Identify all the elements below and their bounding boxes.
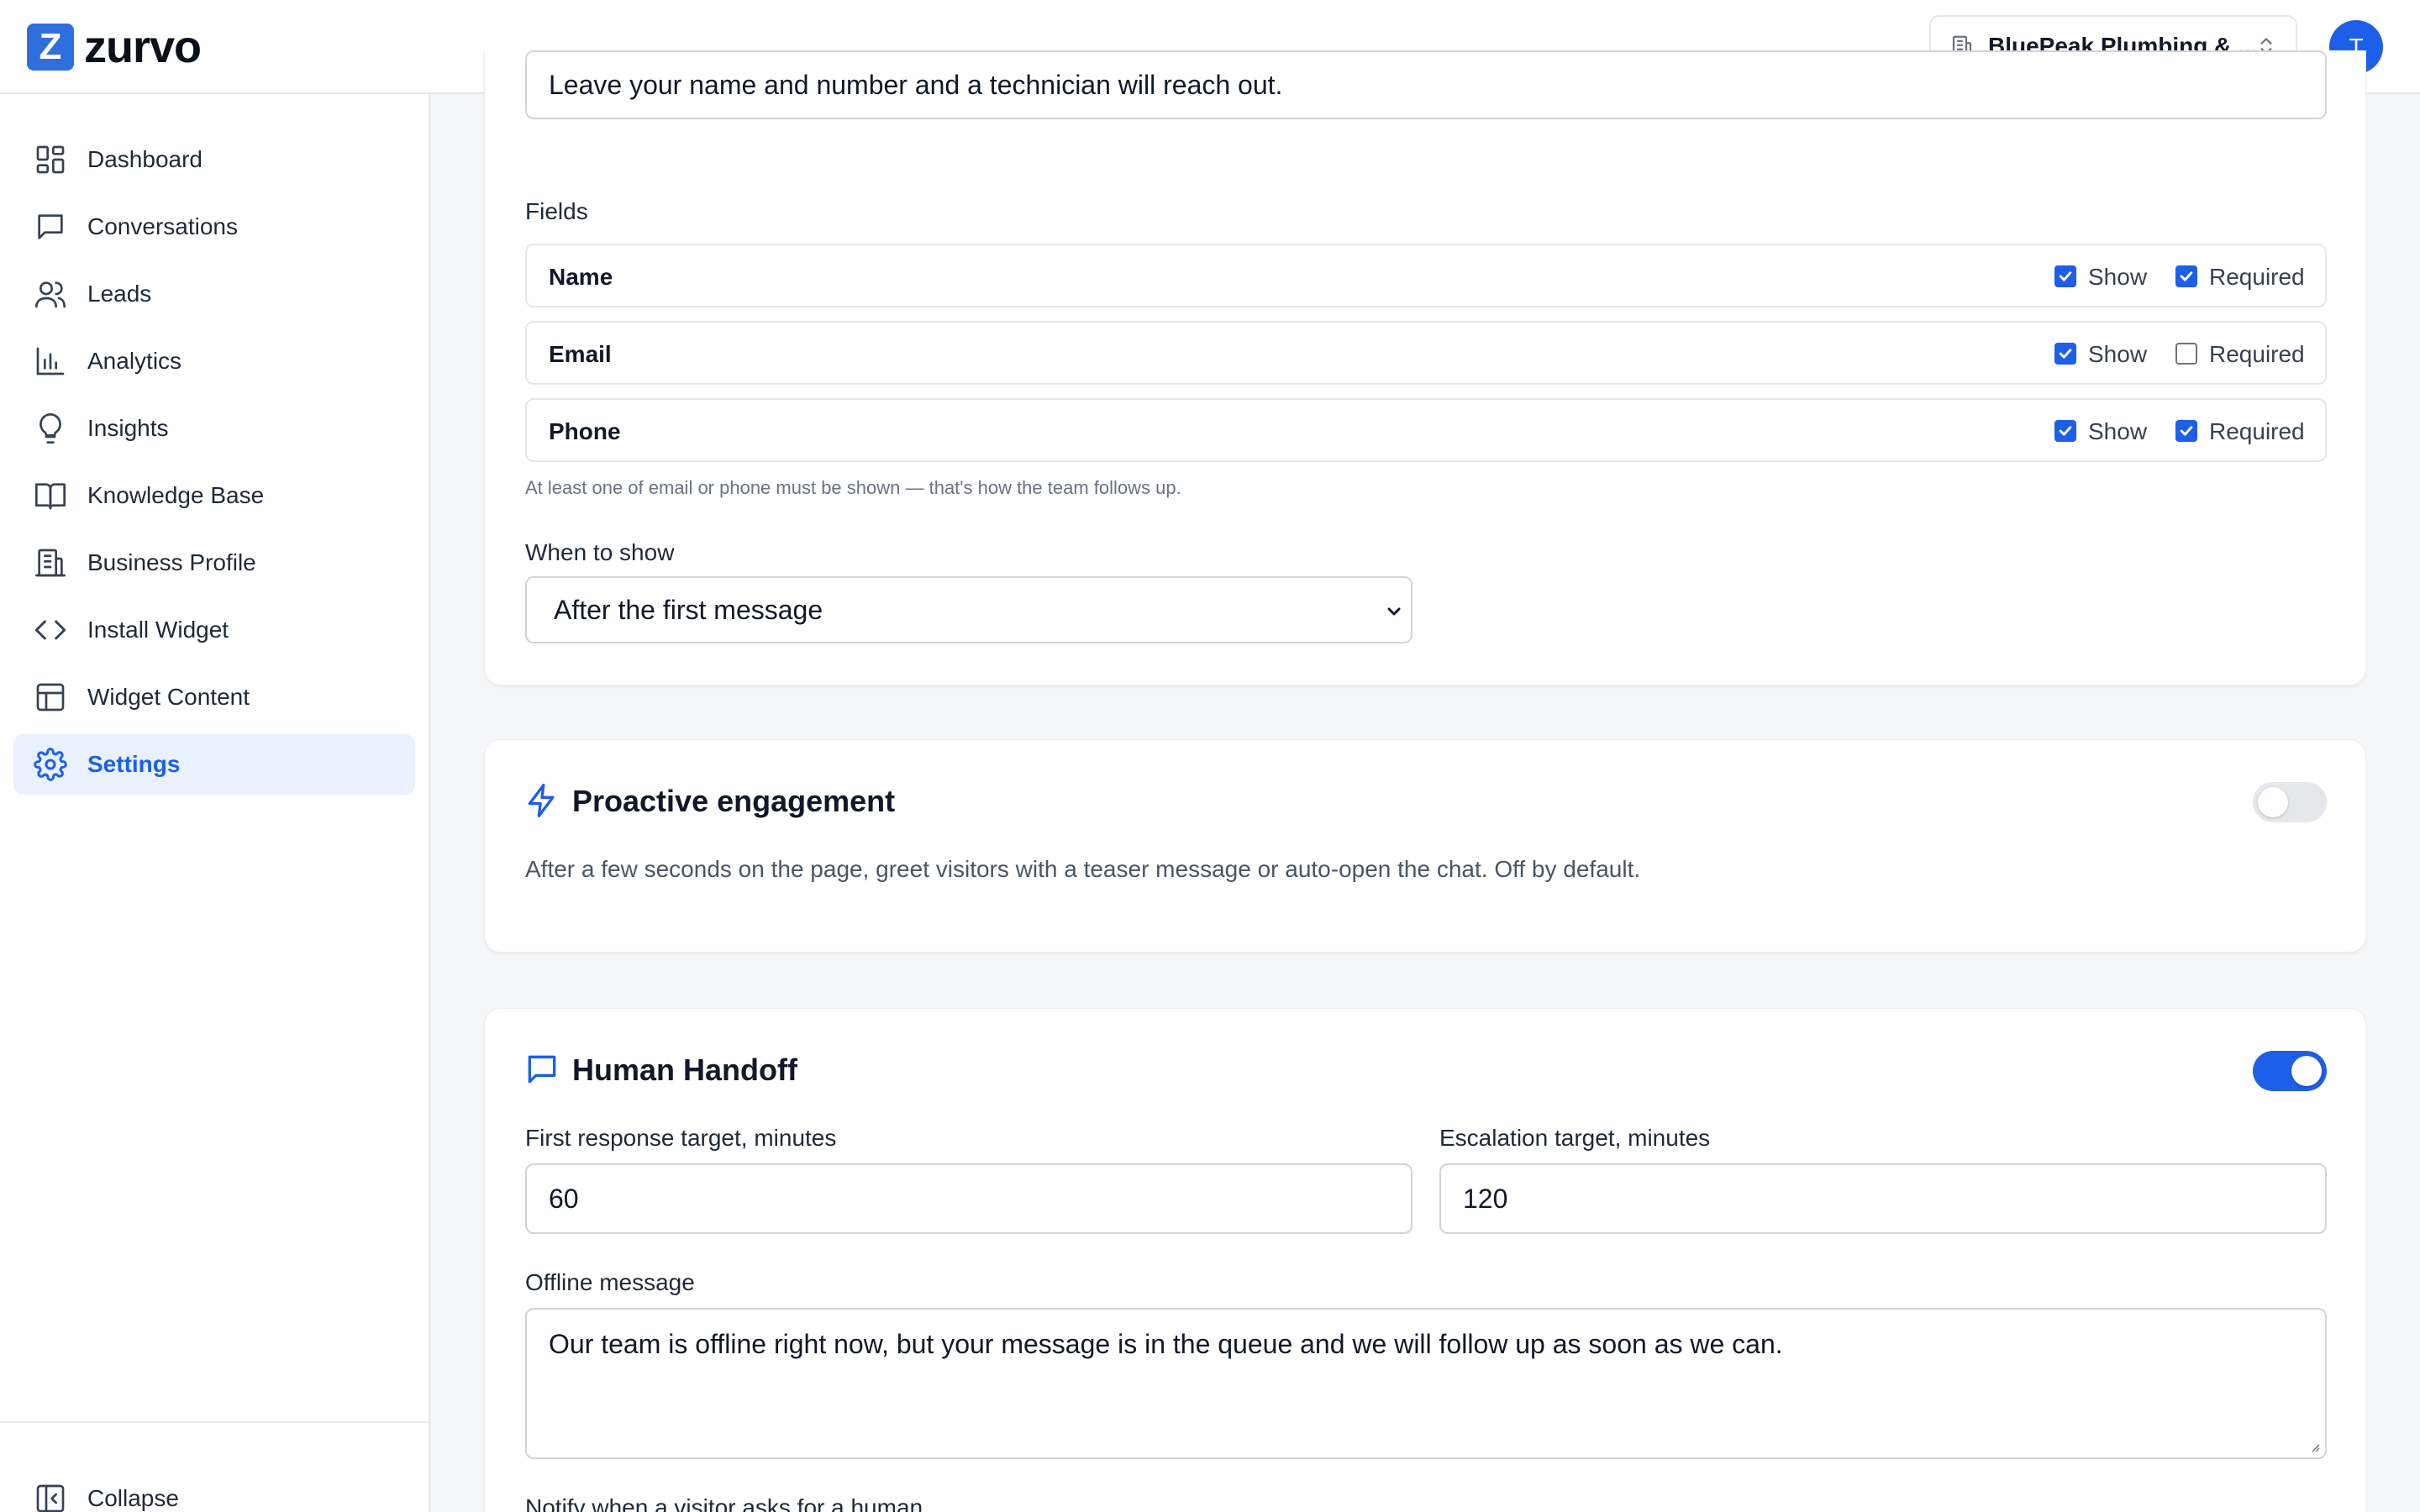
check-icon	[2059, 426, 2072, 436]
sidebar-item-business-profile[interactable]: Business Profile	[13, 533, 415, 593]
proactive-title: Proactive engagement	[572, 784, 896, 818]
sidebar-item-label: Leads	[87, 281, 152, 307]
offline-message-label: Offline message	[525, 1269, 695, 1295]
users-icon	[35, 281, 66, 308]
lead-form-card: Leave your name and number and a technic…	[484, 50, 2366, 685]
collapse-label: Collapse	[87, 1485, 179, 1511]
handoff-toggle[interactable]	[2253, 1051, 2327, 1091]
check-icon	[2059, 349, 2072, 359]
notify-label: Notify when a visitor asks for a human	[525, 1494, 923, 1512]
first-response-label: First response target, minutes	[525, 1125, 837, 1151]
show-label: Show	[2088, 341, 2148, 367]
collapse-sidebar-button[interactable]: Collapse	[13, 1468, 179, 1512]
fields-label: Fields	[525, 198, 588, 224]
escalation-label: Escalation target, minutes	[1439, 1125, 1711, 1151]
logo-mark: Z	[27, 24, 74, 71]
field-name: Name	[549, 264, 613, 290]
sidebar-item-settings[interactable]: Settings	[13, 734, 415, 795]
sidebar-item-conversations[interactable]: Conversations	[13, 197, 415, 257]
when-to-show-select[interactable]: After the first message	[525, 576, 1413, 643]
sidebar-item-label: Business Profile	[87, 549, 256, 575]
sidebar-item-analytics[interactable]: Analytics	[13, 331, 415, 391]
proactive-toggle[interactable]	[2253, 782, 2327, 822]
human-handoff-card: Human Handoff First response target, min…	[484, 1008, 2366, 1512]
chat-bubble-icon	[528, 1055, 556, 1084]
field-row-name: Name Show Required	[525, 244, 2327, 307]
sidebar-item-label: Install Widget	[87, 617, 229, 643]
show-checkbox[interactable]	[2054, 343, 2076, 365]
check-icon	[2180, 271, 2193, 281]
lightning-icon	[528, 784, 555, 817]
book-icon	[35, 483, 66, 510]
layout-icon	[36, 683, 65, 711]
field-name: Email	[549, 341, 612, 367]
handoff-title: Human Handoff	[572, 1053, 797, 1087]
fields-hint: At least one of email or phone must be s…	[525, 477, 1181, 498]
sidebar-item-label: Knowledge Base	[87, 482, 265, 508]
app-logo[interactable]: Z zurvo	[27, 22, 202, 72]
lead-form-intro-input[interactable]: Leave your name and number and a technic…	[525, 50, 2327, 119]
check-icon	[2180, 426, 2193, 436]
show-label: Show	[2088, 264, 2148, 290]
offline-message-textarea[interactable]: Our team is offline right now, but your …	[525, 1308, 2327, 1459]
sidebar-item-widget-content[interactable]: Widget Content	[13, 667, 415, 727]
offline-message-text: Our team is offline right now, but your …	[549, 1329, 1783, 1359]
dashboard-icon	[36, 145, 65, 174]
proactive-description: After a few seconds on the page, greet v…	[525, 856, 1641, 882]
chevron-down-icon	[1387, 607, 1401, 616]
when-to-show-label: When to show	[525, 539, 675, 565]
lightbulb-icon	[39, 412, 61, 444]
sidebar-item-label: Settings	[87, 751, 181, 777]
escalation-input[interactable]: 120	[1439, 1163, 2327, 1234]
show-checkbox[interactable]	[2054, 265, 2076, 287]
toggle-knob	[2258, 787, 2288, 817]
sidebar-divider	[0, 1421, 429, 1423]
sidebar-item-label: Conversations	[87, 213, 238, 239]
required-label: Required	[2209, 418, 2305, 444]
required-label: Required	[2209, 264, 2305, 290]
collapse-panel-icon	[36, 1484, 65, 1512]
building-icon	[35, 549, 66, 577]
required-checkbox[interactable]	[2175, 343, 2197, 365]
show-checkbox[interactable]	[2054, 420, 2076, 442]
bar-chart-icon	[36, 347, 65, 375]
field-row-email: Email Show Required	[525, 321, 2327, 385]
resize-grip-icon[interactable]	[2308, 1441, 2320, 1452]
code-icon	[34, 620, 66, 640]
sidebar: Dashboard Conversations Leads Analytics …	[0, 94, 430, 1512]
logo-wordmark: zurvo	[84, 22, 202, 72]
sidebar-item-label: Analytics	[87, 348, 182, 374]
check-icon	[2059, 271, 2072, 281]
sidebar-item-dashboard[interactable]: Dashboard	[13, 129, 415, 190]
sidebar-item-label: Insights	[87, 415, 169, 441]
proactive-engagement-card: Proactive engagement After a few seconds…	[484, 739, 2366, 953]
sidebar-item-leads[interactable]: Leads	[13, 264, 415, 324]
sidebar-item-label: Dashboard	[87, 146, 203, 172]
sidebar-item-insights[interactable]: Insights	[13, 398, 415, 459]
required-label: Required	[2209, 341, 2305, 367]
show-label: Show	[2088, 418, 2148, 444]
sidebar-item-label: Widget Content	[87, 684, 250, 710]
sidebar-item-knowledge-base[interactable]: Knowledge Base	[13, 465, 415, 526]
first-response-input[interactable]: 60	[525, 1163, 1413, 1234]
chat-bubble-icon	[38, 214, 63, 239]
field-row-phone: Phone Show Required	[525, 398, 2327, 462]
sidebar-item-install-widget[interactable]: Install Widget	[13, 600, 415, 660]
select-value: After the first message	[554, 594, 823, 625]
field-name: Phone	[549, 418, 621, 444]
gear-icon	[34, 748, 67, 781]
required-checkbox[interactable]	[2175, 420, 2197, 442]
toggle-knob	[2291, 1056, 2322, 1086]
required-checkbox[interactable]	[2175, 265, 2197, 287]
